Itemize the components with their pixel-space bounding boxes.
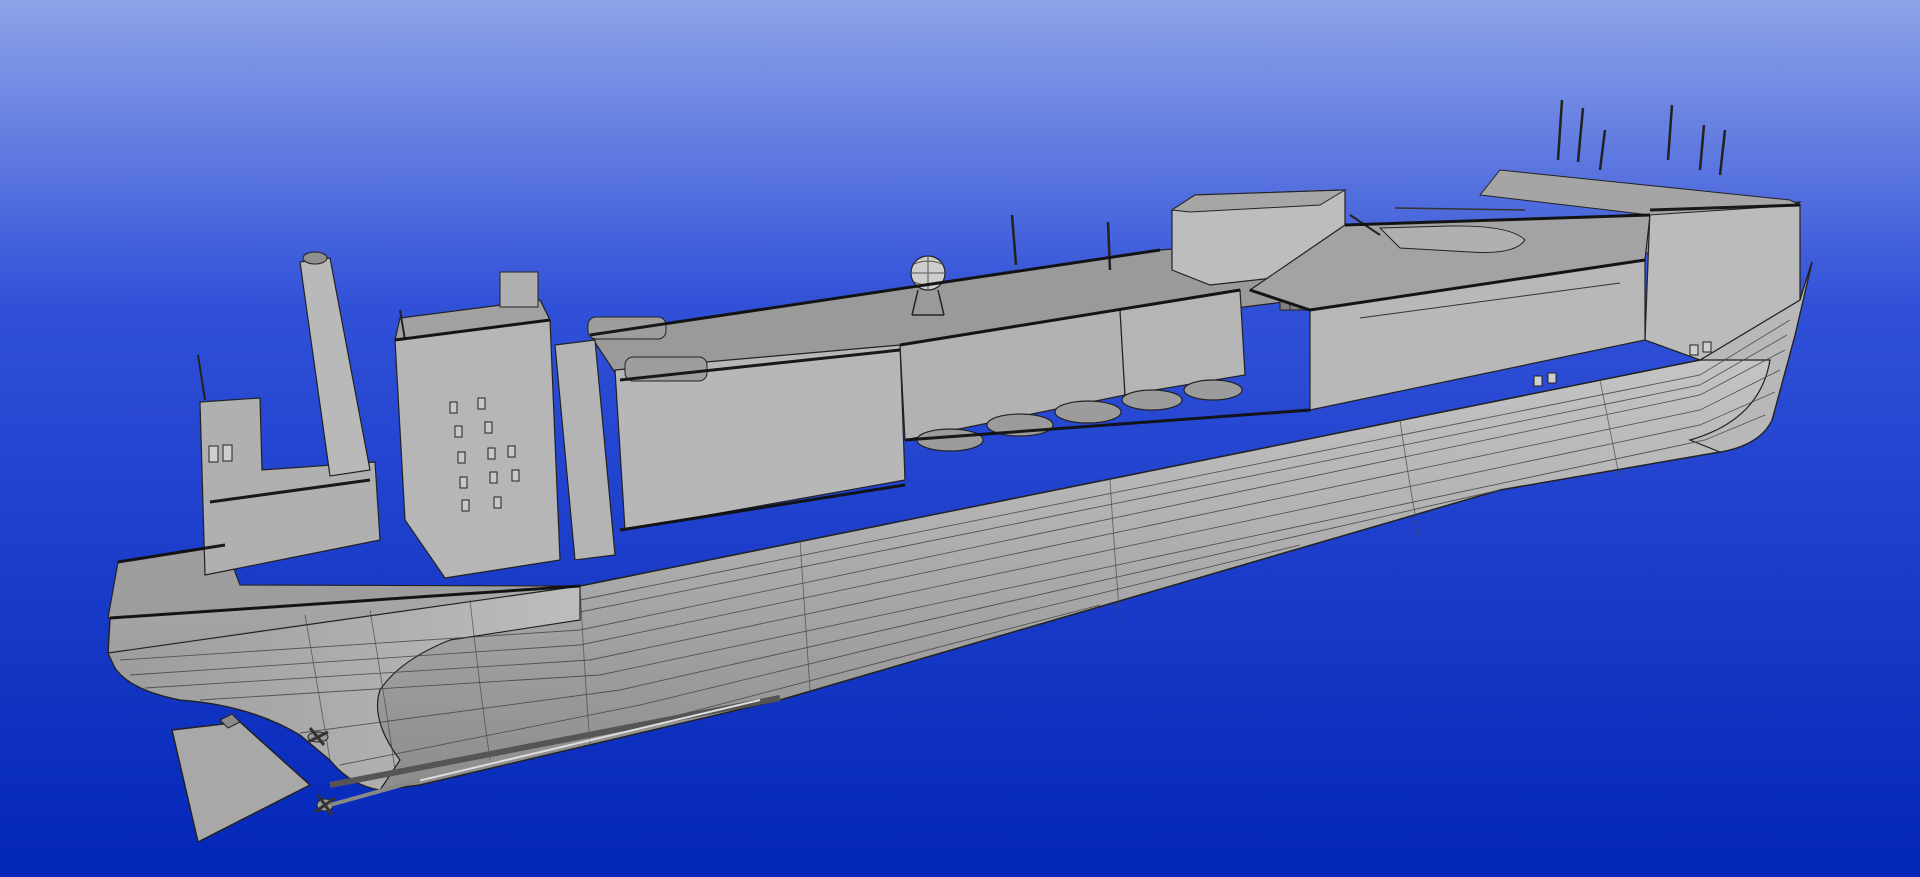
3d-viewport[interactable] [0, 0, 1920, 877]
ship-render [0, 0, 1920, 877]
accommodation-block [394, 319, 561, 579]
lifeboat [1054, 400, 1122, 424]
lifeboat [1121, 389, 1183, 411]
lifeboat [1183, 379, 1243, 401]
lifeboat [916, 428, 984, 452]
